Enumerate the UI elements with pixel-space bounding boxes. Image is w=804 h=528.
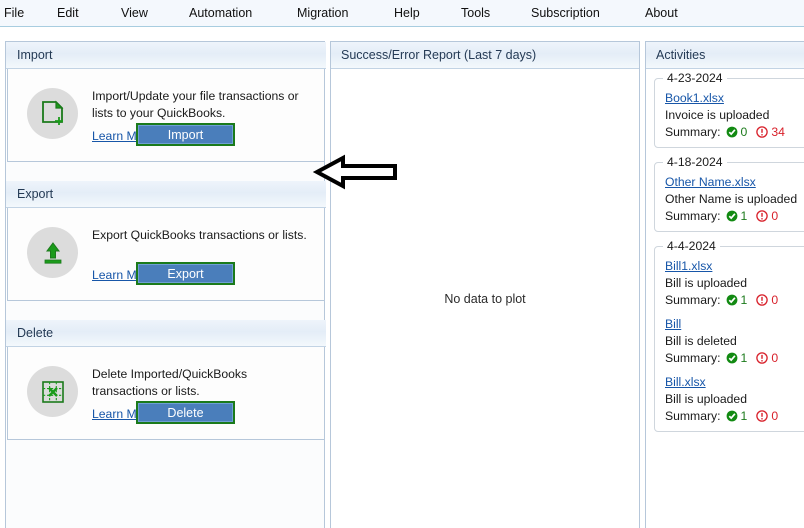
import-panel-header: Import (6, 42, 326, 69)
error-count: 0 (771, 351, 779, 365)
activity-group: 4-23-2024 Book1.xlsx Invoice is uploaded… (654, 71, 804, 148)
export-panel-body: Export QuickBooks transactions or lists.… (7, 208, 325, 301)
activity-group-date: 4-4-2024 (663, 239, 720, 253)
delete-panel-body: Delete Imported/QuickBooks transactions … (7, 347, 325, 440)
actions-column: Import Import/Update your file transacti… (5, 41, 326, 528)
activity-file-link[interactable]: Bill (665, 317, 804, 331)
export-panel-title: Export (17, 187, 54, 201)
delete-button[interactable]: Delete (136, 401, 235, 424)
export-panel: Export Export QuickBooks transactions or… (6, 181, 326, 301)
activity-description: Bill is uploaded (665, 392, 747, 406)
activity-group: 4-4-2024 Bill1.xlsx Bill is uploaded Sum… (654, 239, 804, 432)
success-count: 1 (740, 409, 748, 423)
list-item: Bill Bill is deleted Summary: 1 0 (665, 317, 804, 365)
import-panel: Import Import/Update your file transacti… (6, 42, 326, 162)
report-panel-title: Success/Error Report (Last 7 days) (341, 48, 537, 62)
success-check-icon (726, 352, 738, 364)
upload-arrow-icon (27, 227, 78, 278)
error-count: 0 (771, 293, 779, 307)
menu-item-view[interactable]: View (121, 3, 148, 23)
export-button[interactable]: Export (136, 262, 235, 285)
import-panel-title: Import (17, 48, 53, 62)
activity-file-link[interactable]: Book1.xlsx (665, 91, 804, 105)
summary-label: Summary: (665, 409, 721, 423)
activity-file-link[interactable]: Bill.xlsx (665, 375, 804, 389)
report-chart-area: No data to plot (331, 69, 639, 528)
summary-label: Summary: (665, 209, 721, 223)
work-area: Import Import/Update your file transacti… (0, 27, 804, 528)
report-empty-message: No data to plot (444, 291, 526, 306)
list-item: Bill1.xlsx Bill is uploaded Summary: 1 0 (665, 259, 804, 307)
activities-panel: Activities 4-23-2024 Book1.xlsx Invoice … (645, 41, 804, 528)
list-item: Bill.xlsx Bill is uploaded Summary: 1 0 (665, 375, 804, 423)
activity-summary: Summary: 1 0 (665, 409, 804, 423)
export-panel-header: Export (6, 181, 326, 208)
delete-panel-title: Delete (17, 326, 54, 340)
error-exclamation-icon (756, 294, 769, 306)
success-count: 1 (740, 351, 748, 365)
error-exclamation-icon (756, 126, 769, 138)
success-check-icon (726, 294, 738, 306)
menu-item-edit[interactable]: Edit (57, 3, 79, 23)
menu-item-tools[interactable]: Tools (461, 3, 490, 23)
menu-item-automation[interactable]: Automation (189, 3, 252, 23)
success-check-icon (726, 210, 738, 222)
document-plus-icon (27, 88, 78, 139)
menu-item-subscription[interactable]: Subscription (531, 3, 600, 23)
delete-description: Delete Imported/QuickBooks transactions … (92, 367, 248, 398)
activities-list: 4-23-2024 Book1.xlsx Invoice is uploaded… (646, 69, 804, 432)
activity-group-date: 4-23-2024 (663, 71, 727, 85)
activity-summary: Summary: 1 0 (665, 351, 804, 365)
export-description: Export QuickBooks transactions or lists. (92, 228, 307, 242)
export-button-label: Export (138, 264, 233, 283)
grid-x-icon (27, 366, 78, 417)
activity-summary: Summary: 1 0 (665, 209, 804, 223)
activity-description: Invoice is uploaded (665, 108, 770, 122)
error-exclamation-icon (756, 210, 769, 222)
summary-label: Summary: (665, 293, 721, 307)
activity-summary: Summary: 1 0 (665, 293, 804, 307)
menu-item-about[interactable]: About (645, 3, 678, 23)
error-count: 0 (771, 209, 779, 223)
error-exclamation-icon (756, 410, 769, 422)
menu-item-migration[interactable]: Migration (297, 3, 348, 23)
import-button-label: Import (138, 125, 233, 144)
error-count: 0 (771, 409, 779, 423)
activity-summary: Summary: 0 34 (665, 125, 804, 139)
success-count: 1 (740, 209, 748, 223)
activity-file-link[interactable]: Other Name.xlsx (665, 175, 804, 189)
report-panel-header: Success/Error Report (Last 7 days) (331, 42, 639, 69)
activity-description: Bill is deleted (665, 334, 737, 348)
import-button[interactable]: Import (136, 123, 235, 146)
summary-label: Summary: (665, 351, 721, 365)
success-check-icon (726, 126, 738, 138)
menu-bar: File Edit View Automation Migration Help… (0, 0, 804, 27)
activity-file-link[interactable]: Bill1.xlsx (665, 259, 804, 273)
activity-description: Other Name is uploaded (665, 192, 798, 206)
report-panel: Success/Error Report (Last 7 days) No da… (330, 41, 640, 528)
summary-label: Summary: (665, 125, 721, 139)
import-description: Import/Update your file transactions or … (92, 89, 299, 120)
activity-group: 4-18-2024 Other Name.xlsx Other Name is … (654, 155, 804, 232)
error-count: 34 (771, 125, 785, 139)
activity-group-date: 4-18-2024 (663, 155, 727, 169)
list-item: Other Name.xlsx Other Name is uploaded S… (665, 175, 804, 223)
menu-item-file[interactable]: File (4, 3, 24, 23)
activity-description: Bill is uploaded (665, 276, 747, 290)
delete-button-label: Delete (138, 403, 233, 422)
delete-panel-header: Delete (6, 320, 326, 347)
import-panel-body: Import/Update your file transactions or … (7, 69, 325, 162)
menu-item-help[interactable]: Help (394, 3, 420, 23)
delete-panel: Delete Delete Imported/QuickBooks transa… (6, 320, 326, 440)
success-check-icon (726, 410, 738, 422)
activities-panel-title: Activities (656, 48, 706, 62)
success-count: 0 (740, 125, 748, 139)
list-item: Book1.xlsx Invoice is uploaded Summary: … (665, 91, 804, 139)
error-exclamation-icon (756, 352, 769, 364)
success-count: 1 (740, 293, 748, 307)
activities-panel-header: Activities (646, 42, 804, 69)
